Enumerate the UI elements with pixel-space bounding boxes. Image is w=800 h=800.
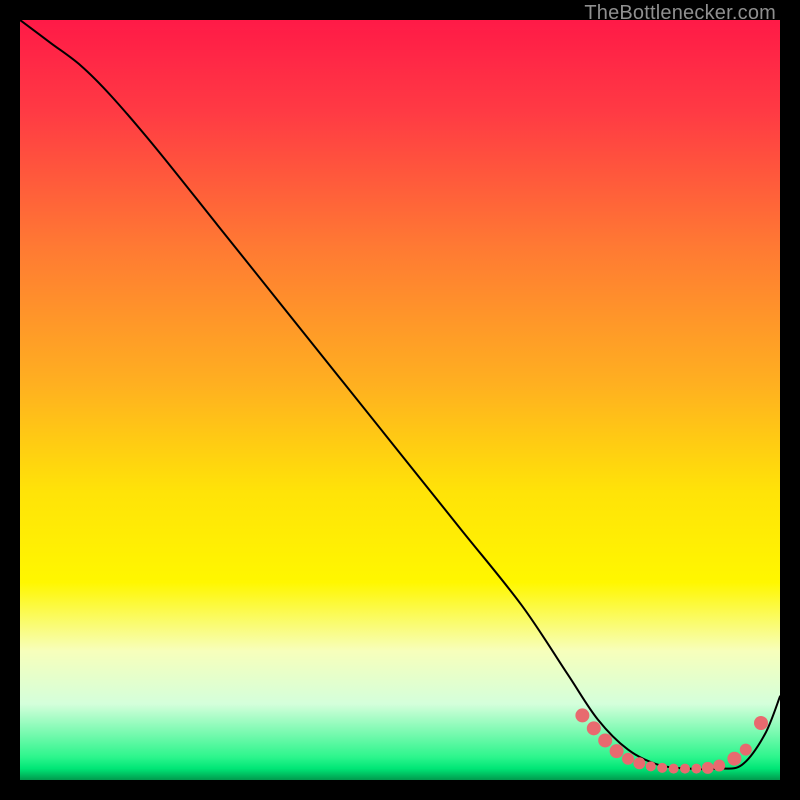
highlight-points	[575, 708, 768, 773]
highlight-point	[633, 757, 645, 769]
highlight-point	[622, 753, 634, 765]
highlight-point	[702, 762, 714, 774]
plot-area	[20, 20, 780, 780]
bottleneck-curve	[20, 20, 780, 769]
highlight-point	[575, 708, 589, 722]
highlight-point	[598, 733, 612, 747]
highlight-point	[680, 764, 690, 774]
highlight-point	[657, 763, 667, 773]
highlight-point	[740, 744, 752, 756]
highlight-point	[587, 721, 601, 735]
highlight-point	[713, 760, 725, 772]
highlight-point	[727, 752, 741, 766]
highlight-point	[754, 716, 768, 730]
chart-svg	[20, 20, 780, 780]
chart-stage: TheBottlenecker.com	[0, 0, 800, 800]
highlight-point	[669, 764, 679, 774]
highlight-point	[610, 744, 624, 758]
highlight-point	[646, 761, 656, 771]
highlight-point	[691, 764, 701, 774]
